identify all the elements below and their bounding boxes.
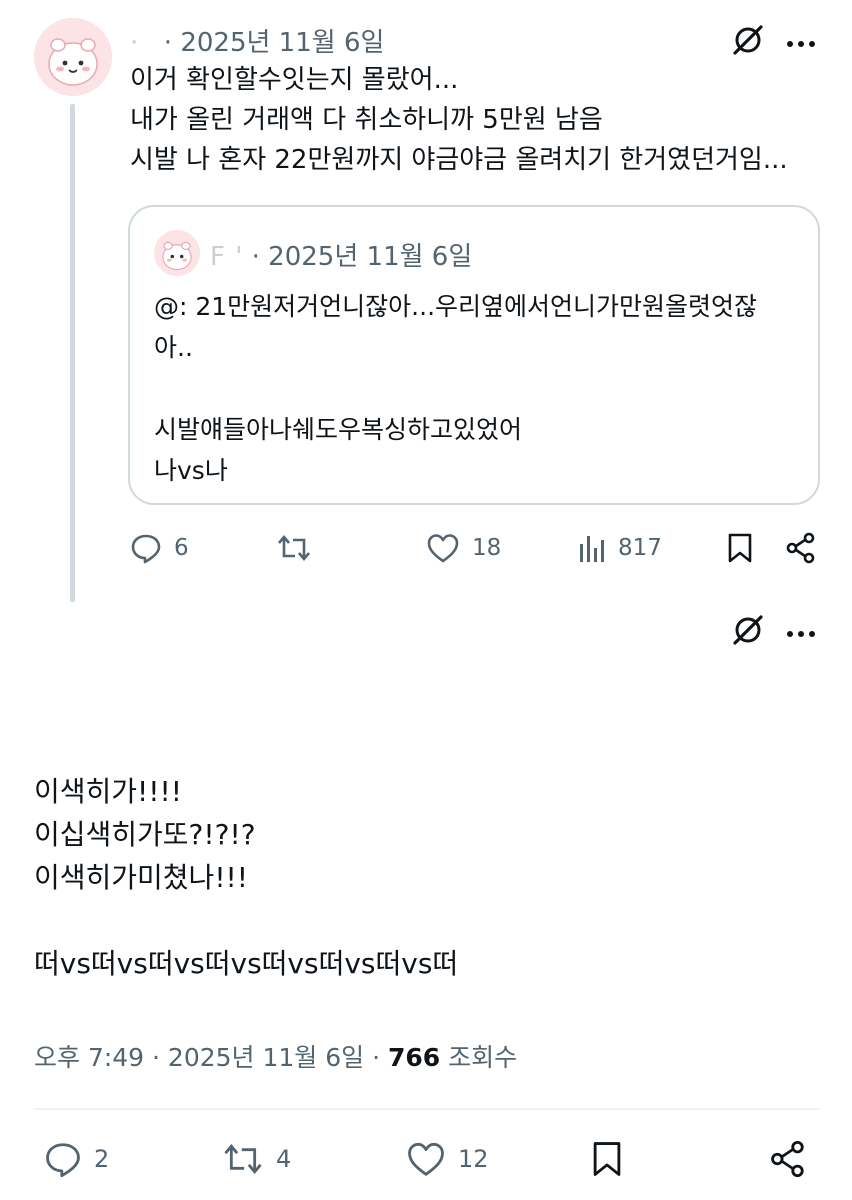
quote-avatar	[154, 230, 200, 276]
tweet-line: 시발 나 혼자 22만원까지 야금야금 올려치기 한거였던거임...	[130, 145, 788, 175]
reply-count: 2	[94, 1145, 110, 1173]
retweet-button[interactable]	[276, 532, 324, 564]
like-button[interactable]: 18	[426, 532, 501, 564]
divider	[34, 1108, 820, 1110]
more-icon	[787, 631, 815, 637]
view-count: 766	[388, 1043, 441, 1072]
retweet-icon	[278, 534, 310, 562]
grok-button[interactable]	[730, 22, 766, 62]
avatar-character-icon	[154, 230, 200, 276]
retweet-button[interactable]: 4	[222, 1140, 291, 1178]
share-button[interactable]	[770, 1140, 806, 1178]
like-count: 18	[472, 535, 502, 561]
thread-line	[70, 104, 75, 602]
more-button[interactable]	[786, 624, 816, 643]
tweet-date[interactable]: · 2025년 11월 6일	[164, 28, 385, 58]
quote-line	[154, 368, 804, 409]
quote-line: 나vs나	[154, 456, 228, 485]
more-icon	[787, 41, 815, 47]
reply-button[interactable]: 2	[44, 1140, 109, 1178]
bookmark-icon	[593, 1142, 621, 1176]
author-name[interactable]: ·	[130, 28, 139, 58]
like-count: 12	[458, 1145, 489, 1173]
avatar-character-icon	[34, 18, 112, 96]
views-button[interactable]: 817	[578, 532, 662, 564]
timestamp-time[interactable]: 오후 7:49 · 2025년 11월 6일 ·	[34, 1043, 388, 1072]
more-button[interactable]	[786, 34, 816, 53]
reply-icon	[131, 534, 161, 564]
share-icon	[786, 532, 815, 564]
avatar[interactable]	[34, 18, 112, 96]
retweet-icon	[224, 1143, 262, 1175]
main-tweet-timestamp: 오후 7:49 · 2025년 11월 6일 · 766 조회수	[34, 1038, 517, 1074]
bookmark-button[interactable]	[726, 532, 754, 564]
quote-body: @: 21만원저거언니잖아...우리옆에서언니가만원올렷엇잖 아.. 시발얘들아…	[154, 286, 804, 491]
tweet-line: 이거 확인할수잇는지 몰랐어...	[130, 65, 459, 95]
main-tweet-body: 이색히가!!!! 이십색히가또?!?!? 이색히가미쳤나!!! 떠vs떠vs떠v…	[34, 770, 814, 985]
tweet-body: 이거 확인할수잇는지 몰랐어... 내가 올린 거래액 다 취소하니까 5만원 …	[130, 60, 820, 180]
tweet-header: · · 2025년 11월 6일	[130, 22, 384, 59]
share-button[interactable]	[786, 532, 816, 564]
quote-date: · 2025년 11월 6일	[251, 242, 473, 272]
quote-line: 시발얘들아나쉐도우복싱하고있었어	[154, 415, 523, 444]
quote-author-name: F '	[210, 242, 244, 272]
quote-header: F ' · 2025년 11월 6일	[210, 236, 472, 273]
like-icon	[427, 534, 459, 563]
quote-line: 아..	[154, 333, 193, 362]
reply-count: 6	[174, 535, 189, 561]
main-tweet-line	[34, 899, 814, 942]
bookmark-icon	[728, 533, 752, 563]
tweet-line: 내가 올린 거래액 다 취소하니까 5만원 남음	[130, 105, 603, 135]
grok-icon	[733, 615, 763, 645]
view-label: 조회수	[440, 1043, 518, 1072]
views-icon	[580, 536, 604, 562]
main-tweet-line: 이색히가!!!!	[34, 775, 182, 808]
grok-button[interactable]	[730, 612, 766, 652]
main-tweet-line: 떠vs떠vs떠vs떠vs떠vs떠vs떠vs떠	[34, 947, 459, 980]
like-button[interactable]: 12	[406, 1140, 489, 1178]
like-icon	[408, 1142, 444, 1176]
views-count: 817	[618, 535, 662, 561]
main-tweet-line: 이십색히가또?!?!?	[34, 818, 256, 851]
bookmark-button[interactable]	[590, 1140, 624, 1178]
retweet-count: 4	[276, 1145, 292, 1173]
main-tweet-line: 이색히가미쳤나!!!	[34, 861, 248, 894]
quote-line: @: 21만원저거언니잖아...우리옆에서언니가만원올렷엇잖	[154, 292, 758, 321]
reply-icon	[46, 1143, 80, 1178]
reply-button[interactable]: 6	[130, 532, 189, 564]
share-icon	[771, 1140, 804, 1178]
grok-icon	[733, 25, 763, 55]
